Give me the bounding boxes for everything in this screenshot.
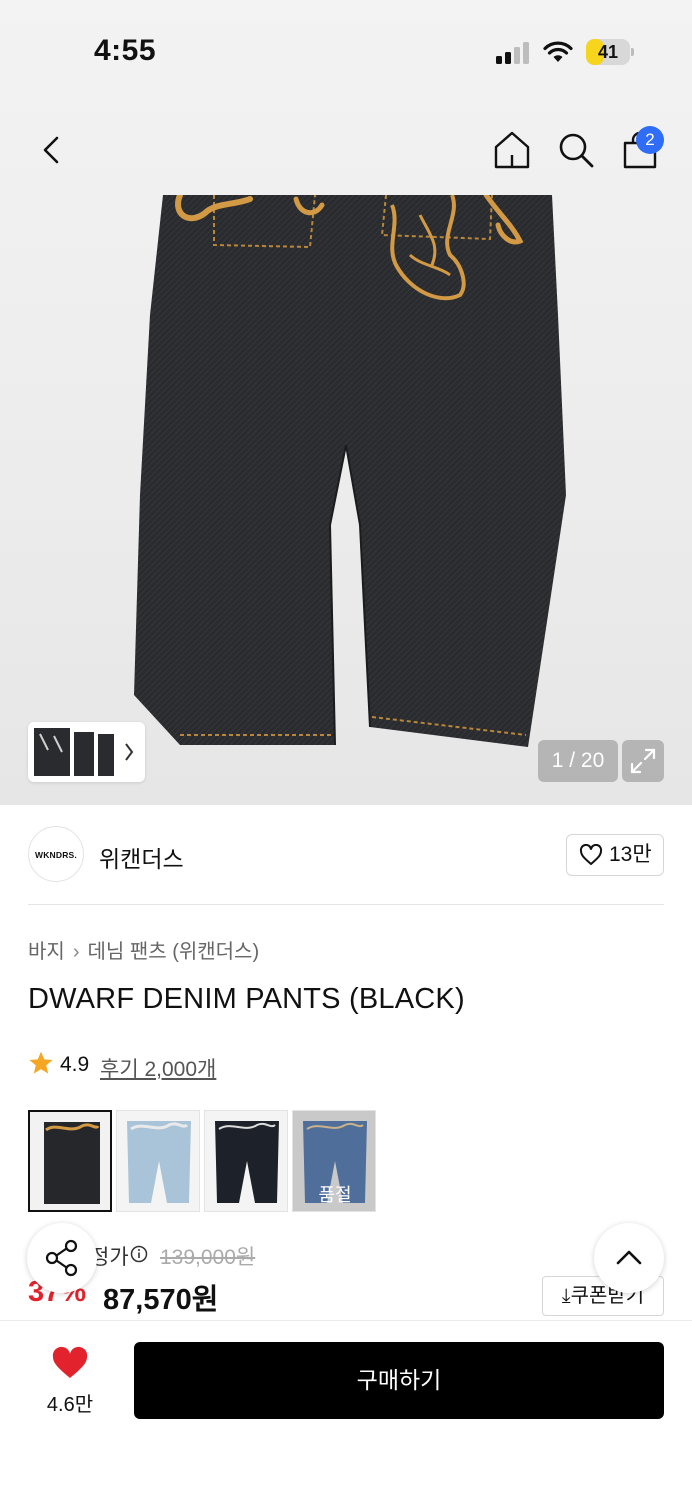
brand-name[interactable]: 위캔더스 [99,840,184,874]
cellular-signal-icon [496,42,529,64]
product-title: DWARF DENIM PANTS (BLACK) [28,983,465,1015]
original-price: 139,000원 [160,1246,256,1269]
heart-filled-icon [52,1346,88,1378]
product-image[interactable] [0,195,692,805]
back-icon[interactable] [30,128,74,172]
jeans-illustration [134,195,566,747]
expand-icon[interactable] [622,740,664,782]
buy-button[interactable]: 구매하기 [134,1342,664,1419]
cart-count-badge: 2 [636,126,664,154]
battery-level: 41 [597,42,619,62]
share-button[interactable] [27,1223,97,1293]
scroll-top-button[interactable] [594,1223,664,1293]
wishlist-count: 4.6만 [46,1394,94,1416]
variant-dark-navy[interactable] [204,1110,288,1212]
image-counter: 1 / 20 [538,740,618,782]
status-bar: 4:55 41 [0,0,692,100]
rating-value: 4.9 [60,1053,90,1076]
home-icon[interactable] [490,128,534,172]
image-thumbnail-strip[interactable] [28,722,145,782]
chevron-up-icon [616,1250,642,1265]
brand-like-button[interactable]: 13만 [566,834,664,876]
breadcrumb-subcategory[interactable]: 데님 팬츠 (위캔더스) [87,941,259,963]
brand-logo[interactable]: WKNDRS. [28,826,84,882]
variant-light-blue[interactable] [116,1110,200,1212]
variant-black[interactable] [28,1110,112,1212]
brand-like-count: 13만 [609,843,652,866]
status-time: 4:55 [94,34,157,67]
download-icon: ⤓ [561,1285,571,1307]
heart-outline-icon [579,844,603,865]
divider [28,904,664,905]
wishlist-button[interactable]: 4.6만 [30,1346,110,1416]
breadcrumb: 바지 › 데님 팬츠 (위캔더스) [28,935,259,964]
chevron-right-icon: › [72,941,80,963]
chevron-right-icon [125,743,134,761]
wifi-icon [543,41,573,62]
share-icon [45,1239,78,1277]
battery-indicator: 41 [586,39,634,65]
sale-price: 87,570원 [103,1284,219,1316]
breadcrumb-category[interactable]: 바지 [28,941,65,963]
color-variants: 품절 [28,1110,388,1212]
variant-blue-soldout[interactable]: 품절 [292,1110,376,1212]
top-nav [0,110,692,190]
info-icon[interactable] [130,1245,148,1263]
star-icon [29,1051,53,1074]
soldout-label: 품절 [318,1185,352,1205]
search-icon[interactable] [554,128,598,172]
review-count-link[interactable]: 후기 2,000개 [100,1053,216,1083]
